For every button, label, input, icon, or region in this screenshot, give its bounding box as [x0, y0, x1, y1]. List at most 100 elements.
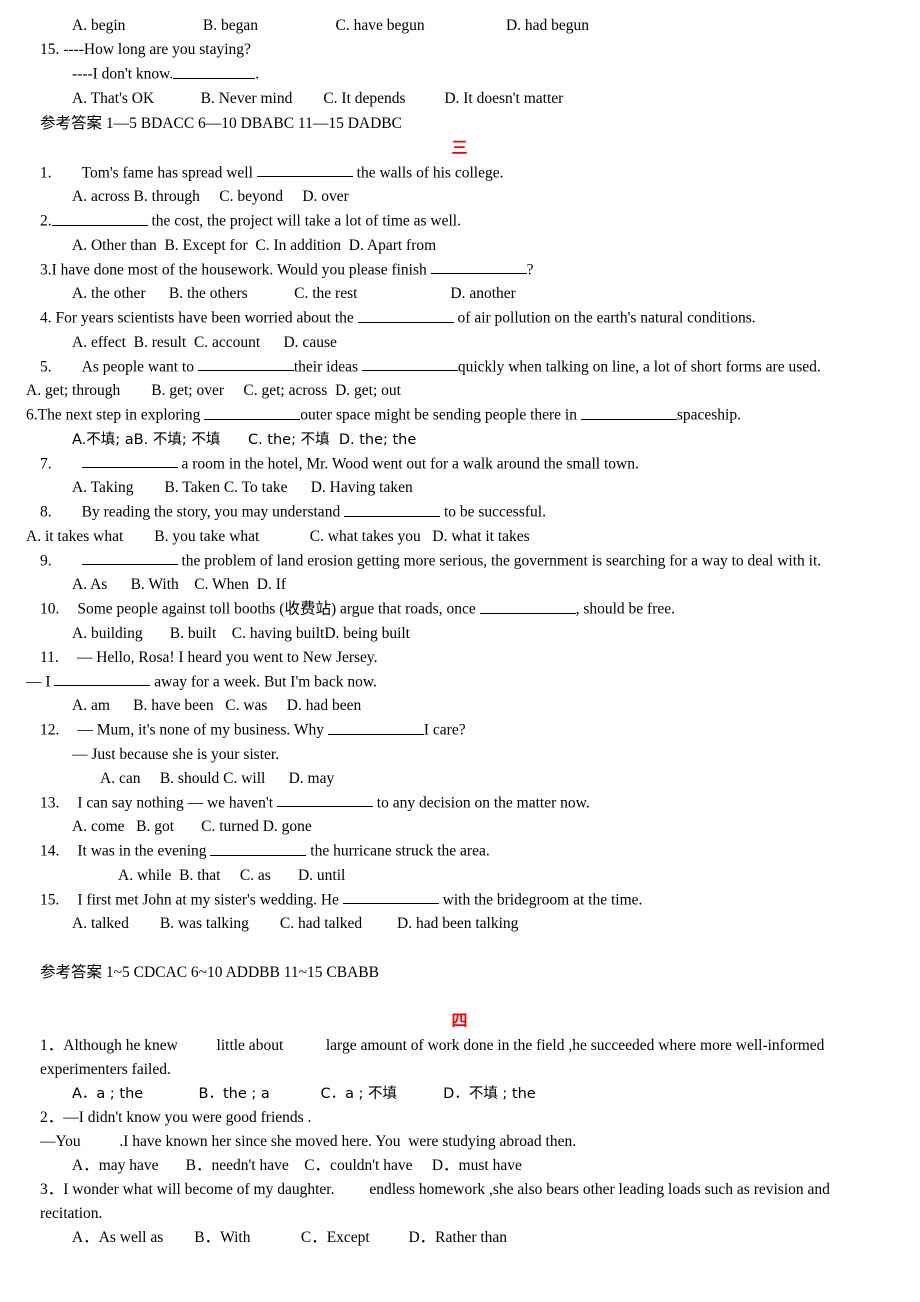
answer-blank — [256, 161, 353, 177]
answer-blank — [276, 791, 373, 807]
question-number: 15. — [40, 891, 60, 908]
stem-text: spaceship. — [676, 406, 741, 424]
question-15-reply: ----I don't know.. — [0, 62, 920, 87]
question-number: 3. — [40, 261, 52, 278]
stem-text: the walls of his college. — [356, 164, 504, 181]
section3-question-9-stem: 9. the problem of land erosion getting m… — [0, 549, 920, 574]
section3-question-12-stem-b: — Just because she is your sister. — [72, 745, 280, 763]
section3-question-6-stem: 6.The next step in exploring outer space… — [0, 403, 920, 428]
section3-question-5-stem: 5. As people want to their ideas quickly … — [0, 355, 920, 380]
section4-question-2-options: A．may have B．needn't have C．couldn't hav… — [72, 1157, 522, 1174]
section3-question-7-stem: 7. a room in the hotel, Mr. Wood went ou… — [0, 452, 920, 477]
section3-question-8-stem: 8. By reading the story, you may understa… — [0, 500, 920, 525]
question-15-reply-tail: . — [255, 65, 260, 83]
question-number: 7. — [40, 455, 52, 472]
dialogue-line: — Hello, Rosa! I heard you went to New J… — [76, 648, 378, 666]
section3-question-9-options: A. As B. With C. When D. If — [72, 576, 287, 593]
section3-question-2-options: A. Other than B. Except for C. In additi… — [72, 236, 437, 254]
answer-blank — [344, 500, 441, 517]
stem-text: It was in the evening — [77, 842, 207, 860]
question-number: 1. — [40, 164, 52, 181]
stem-text: to any decision on the matter now. — [376, 794, 590, 811]
stem-text: For years scientists have been worried a… — [55, 309, 354, 327]
stem-text: quickly when talking on line, a lot of s… — [457, 358, 821, 375]
stem-text: I can say nothing — we haven't — [77, 794, 274, 811]
section4-question-3-stem-line2: recitation. — [40, 1205, 103, 1222]
section4-question-1-stem-line2: experimenters failed. — [40, 1061, 171, 1078]
section3-question-12-stem-a: 12. — Mum, it's none of my business. Why … — [0, 718, 920, 743]
stem-text: ? — [526, 261, 534, 278]
stem-text: , should be free. — [575, 600, 676, 618]
answer-blank — [580, 403, 677, 420]
stem-text: with the bridegroom at the time. — [442, 891, 643, 908]
answer-blank — [54, 670, 151, 686]
stem-text: The next step in exploring — [37, 406, 201, 424]
section4-question-1-options: A．a ; the B．the ; a C．a ; 不填 D．不填 ; the — [72, 1086, 536, 1102]
section3-question-15-stem: 15. I first met John at my sister's weddi… — [0, 888, 920, 913]
section-heading-three: 三 — [451, 139, 469, 157]
dialogue-line: — I — [26, 673, 51, 690]
stem-text: Tom's fame has spread well — [81, 164, 253, 181]
section4-question-3-options: A．As well as B．With C．Except D．Rather th… — [72, 1229, 508, 1246]
spacer-before-answer-key — [0, 936, 920, 960]
section3-question-3-stem: 3.I have done most of the housework. Wou… — [0, 258, 920, 283]
worksheet-page: A. begin B. began C. have begun D. had b… — [0, 0, 920, 1302]
question-number: 12. — [40, 721, 60, 739]
question-number: 1． — [40, 1037, 64, 1054]
stem-text: Some people against toll booths (收费站) ar… — [77, 600, 476, 618]
section3-question-2-stem: 2. the cost, the project will take a lot… — [0, 209, 920, 234]
dialogue-line: I care? — [423, 721, 466, 739]
question-number: 13. — [40, 794, 60, 811]
answer-blank — [430, 258, 527, 274]
answer-blank — [479, 597, 576, 614]
section3-question-14-options: A. while B. that C. as D. until — [118, 866, 346, 884]
question-number: 5. — [40, 358, 52, 375]
question-number: 9. — [40, 552, 52, 569]
stem-text: As people want to — [81, 358, 194, 375]
stem-text: their ideas — [293, 358, 358, 375]
section4-question-3-stem-line1: 3．I wonder what will become of my daught… — [0, 1178, 920, 1202]
answer-blank — [204, 403, 301, 420]
question-15-reply-text: ----I don't know. — [72, 65, 174, 83]
section3-question-8-options: A. it takes what B. you take what C. wha… — [26, 527, 530, 545]
answer-blank — [357, 306, 454, 323]
section3-question-7-options: A. Taking B. Taken C. To take D. Having … — [72, 479, 413, 496]
section4-question-2-stem-line1: 2．—I didn't know you were good friends . — [0, 1106, 920, 1130]
question-number: 6. — [26, 406, 38, 424]
answer-key-section-two: 参考答案 1—5 BDACC 6—10 DBABC 11—15 DADBC — [40, 114, 402, 132]
section3-question-10-options: A. building B. built C. having builtD. b… — [72, 624, 410, 642]
section3-question-4-stem: 4. For years scientists have been worrie… — [0, 306, 920, 331]
section3-question-4-options: A. effect B. result C. account D. cause — [72, 333, 337, 351]
stem-text: the hurricane struck the area. — [310, 842, 490, 860]
stem-text: I wonder what will become of my daughter… — [63, 1181, 830, 1198]
question-number: 2. — [40, 212, 52, 230]
section4-question-1-stem-line1: 1．Although he knew little about large am… — [0, 1034, 920, 1058]
stem-text: a room in the hotel, Mr. Wood went out f… — [181, 455, 639, 472]
answer-blank — [173, 62, 256, 79]
stem-text: the problem of land erosion getting more… — [181, 552, 822, 569]
question-15-options: A. That's OK B. Never mind C. It depends… — [72, 89, 564, 107]
section3-question-10-stem: 10. Some people against toll booths (收费站)… — [0, 597, 920, 622]
stem-text: of air pollution on the earth's natural … — [457, 309, 756, 327]
section3-question-11-stem-b: — I away for a week. But I'm back now. — [0, 670, 920, 695]
question-number: 4. — [40, 309, 52, 327]
stem-text: Although he knew little about large amou… — [63, 1037, 825, 1054]
stem-text: I first met John at my sister's wedding.… — [77, 891, 339, 908]
stem-text: By reading the story, you may understand — [81, 503, 341, 521]
question-number: 11. — [40, 648, 59, 666]
answer-blank — [210, 839, 307, 856]
section3-question-3-options: A. the other B. the others C. the rest D… — [72, 285, 516, 302]
question-15-stem: 15. ----How long are you staying? — [40, 41, 251, 58]
section3-question-11-stem-a: 11. — Hello, Rosa! I heard you went to Ne… — [0, 646, 920, 670]
section3-question-5-options: A. get; through B. get; over C. get; acr… — [26, 382, 401, 399]
stem-text: the cost, the project will take a lot of… — [151, 212, 461, 230]
answer-blank — [51, 209, 148, 226]
question-number: 14. — [40, 842, 60, 860]
answer-blank — [81, 549, 178, 565]
section-heading-four: 四 — [451, 1013, 469, 1030]
question-number: 8. — [40, 503, 52, 521]
top-spacer — [0, 0, 920, 14]
answer-blank — [81, 452, 178, 468]
section3-question-15-options: A. talked B. was talking C. had talked D… — [72, 915, 519, 932]
question-number: 2． — [40, 1109, 64, 1126]
